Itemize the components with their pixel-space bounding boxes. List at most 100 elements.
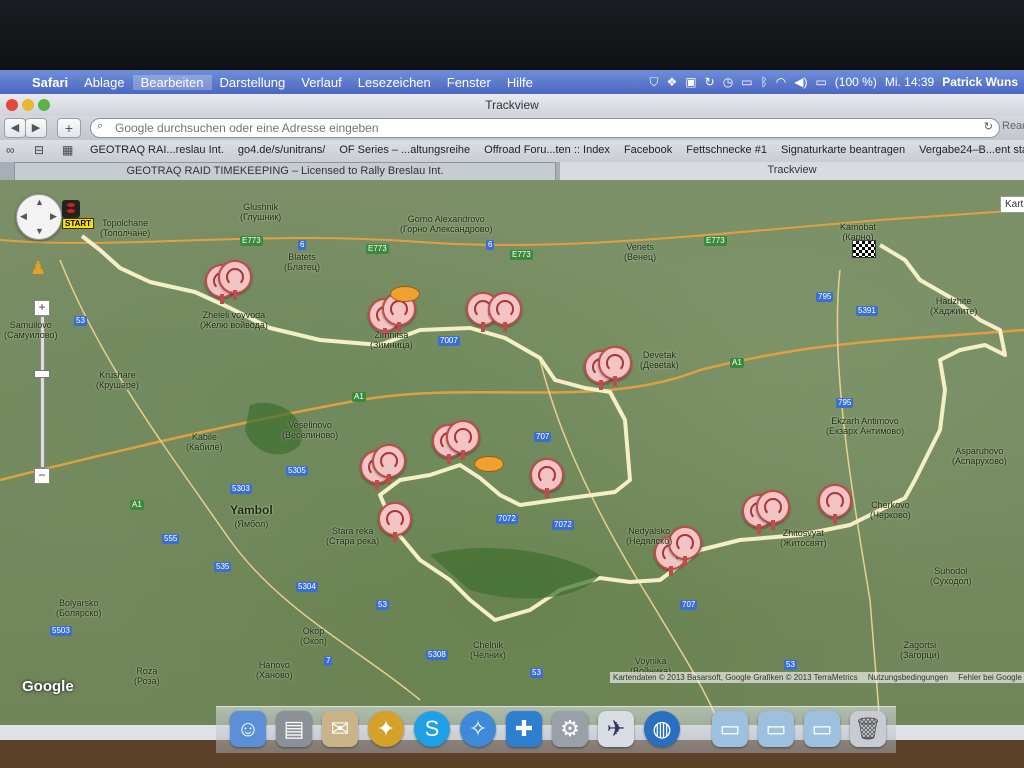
forest-patch	[430, 547, 600, 599]
tab-trackview[interactable]: Trackview	[560, 162, 1024, 180]
top-sites-icon[interactable]: ▦	[62, 143, 73, 157]
skype-icon[interactable]: S	[414, 711, 450, 747]
reader-button[interactable]: Read	[1002, 120, 1024, 132]
tab-geotraq[interactable]: GEOTRAQ RAID TIMEKEEPING – Licensed to R…	[14, 162, 556, 181]
zoom-slider-handle[interactable]	[34, 370, 50, 378]
menu-darstellung[interactable]: Darstellung	[212, 75, 294, 90]
bookmark-item[interactable]: Signaturkarte beantragen	[781, 144, 905, 156]
road-shield: 53	[530, 668, 543, 678]
globe-icon[interactable]: ◍	[644, 711, 680, 747]
menu-hilfe[interactable]: Hilfe	[499, 75, 541, 90]
battery-percent[interactable]: (100 %)	[835, 75, 877, 89]
reload-icon[interactable]: ↻	[984, 120, 993, 133]
road-shield: 53	[74, 316, 87, 326]
terms-link[interactable]: Nutzungsbedingungen	[868, 673, 948, 682]
report-error-link[interactable]: Fehler bei Google Maps	[958, 673, 1024, 682]
folder-icon[interactable]: ▭	[712, 711, 748, 747]
checkpoint-marker[interactable]	[218, 260, 252, 300]
checkpoint-marker[interactable]	[668, 526, 702, 566]
forward-button[interactable]: ▶	[25, 118, 47, 138]
time-machine-icon[interactable]: ◷	[723, 75, 733, 89]
mail-drive-icon[interactable]: ✈	[598, 711, 634, 747]
volume-icon[interactable]: ◀)	[794, 75, 807, 89]
map-canvas[interactable]: ▲ ▼ ◀ ▶ ♟ + − Kart START Topolchane (Топ…	[0, 180, 1024, 725]
road-a1	[0, 328, 1024, 482]
menu-fenster[interactable]: Fenster	[439, 75, 499, 90]
clipboard-icon[interactable]: ▣	[685, 75, 696, 89]
trash-icon[interactable]: 🗑	[850, 711, 886, 747]
display-icon[interactable]: ▭	[741, 75, 752, 89]
menu-app-safari[interactable]: Safari	[24, 75, 76, 90]
reading-list-icon[interactable]: ∞	[6, 143, 15, 157]
menu-clock[interactable]: Mi. 14:39	[885, 75, 934, 89]
wifi-icon[interactable]: ◠	[776, 75, 786, 89]
google-logo: Google	[22, 678, 74, 695]
checkpoint-marker[interactable]	[378, 502, 412, 542]
checkpoint-marker[interactable]	[598, 346, 632, 386]
town-label: Cherkovo (Черково)	[870, 500, 911, 520]
start-label: START	[62, 218, 95, 229]
preferences-icon[interactable]: ⚙	[552, 711, 588, 747]
pan-up-icon[interactable]: ▲	[35, 197, 44, 207]
checkpoint-marker[interactable]	[530, 458, 564, 498]
compass-app-icon[interactable]: ✦	[368, 711, 404, 747]
road-shield: 6	[298, 240, 307, 250]
town-label: Veselinovo (Веселиново)	[282, 420, 339, 440]
finder-icon[interactable]: ☺	[230, 711, 266, 747]
folder-icon[interactable]: ▭	[804, 711, 840, 747]
menu-user[interactable]: Patrick Wuns	[942, 75, 1018, 89]
checkpoint-marker[interactable]	[488, 292, 522, 332]
checkpoint-marker[interactable]	[446, 420, 480, 460]
menu-ablage[interactable]: Ablage	[76, 75, 132, 90]
puzzle-icon[interactable]: ✚	[506, 711, 542, 747]
back-button[interactable]: ◀	[4, 118, 26, 138]
road-shield: 7072	[552, 520, 574, 530]
bookmark-item[interactable]: Offroad Foru...ten :: Index	[484, 144, 610, 156]
pan-left-icon[interactable]: ◀	[20, 211, 27, 222]
map-pan-control[interactable]: ▲ ▼ ◀ ▶	[16, 194, 62, 240]
mail-icon[interactable]: ✉	[322, 711, 358, 747]
bookmark-item[interactable]: Fettschnecke #1	[686, 144, 767, 156]
address-bar[interactable]: ⌕ ↻	[90, 118, 1000, 138]
checkpoint-marker[interactable]	[372, 444, 406, 484]
address-input[interactable]	[113, 120, 967, 136]
menu-lesezeichen[interactable]: Lesezeichen	[350, 75, 439, 90]
sync-icon[interactable]: ↻	[705, 75, 715, 89]
road-shield: 707	[534, 432, 552, 442]
bookmarks-bar: ∞ ⊟ ▦ GEOTRAQ RAI...reslau Int. go4.de/s…	[0, 140, 1024, 162]
menu-verlauf[interactable]: Verlauf	[293, 75, 349, 90]
road-shield: 7007	[438, 336, 460, 346]
bookmark-item[interactable]: GEOTRAQ RAI...reslau Int.	[90, 144, 224, 156]
town-label: Gorno Alexandrovo (Горно Александрово)	[400, 214, 493, 234]
dock: ☺ ▤ ✉ ✦ S ✧ ✚ ⚙ ✈ ◍ ▭ ▭ ▭ 🗑	[216, 706, 896, 753]
street-view-pegman-icon[interactable]: ♟	[30, 258, 46, 279]
preview-icon[interactable]: ▤	[276, 711, 312, 747]
pan-down-icon[interactable]: ▼	[35, 226, 44, 236]
checkpoint-marker[interactable]	[818, 484, 852, 524]
bookmarks-book-icon[interactable]: ⊟	[34, 143, 44, 157]
window-title: Trackview	[485, 98, 539, 112]
add-bookmark-button[interactable]: +	[57, 118, 81, 138]
copyright-text: Kartendaten © 2013 Basarsoft, Google Gra…	[613, 673, 858, 682]
menu-bearbeiten[interactable]: Bearbeiten	[132, 74, 212, 90]
dropbox-icon[interactable]: ❖	[667, 75, 678, 89]
battery-icon[interactable]: ▭	[815, 75, 826, 89]
bookmark-item[interactable]: OF Series – ...altungsreihe	[339, 144, 470, 156]
town-label-yambol: Yambol (Ямбол)	[230, 503, 273, 530]
bookmark-item[interactable]: Facebook	[624, 144, 672, 156]
bluetooth-icon[interactable]: ᛒ	[761, 75, 768, 89]
waypoint-marker[interactable]	[390, 286, 420, 302]
waypoint-marker[interactable]	[474, 456, 504, 472]
road-shield: 5304	[296, 582, 318, 592]
security-shield-icon[interactable]: ⛉	[650, 75, 659, 90]
bookmark-item[interactable]: Vergabe24–B...ent starten	[919, 144, 1024, 156]
map-type-button[interactable]: Kart	[1000, 196, 1024, 213]
road-shield: 795	[836, 398, 854, 408]
zoom-in-button[interactable]: +	[34, 300, 50, 316]
folder-icon[interactable]: ▭	[758, 711, 794, 747]
safari-icon[interactable]: ✧	[460, 711, 496, 747]
bookmark-item[interactable]: go4.de/s/unitrans/	[238, 144, 325, 156]
pan-right-icon[interactable]: ▶	[50, 211, 57, 222]
checkpoint-marker[interactable]	[756, 490, 790, 530]
zoom-out-button[interactable]: −	[34, 468, 50, 484]
